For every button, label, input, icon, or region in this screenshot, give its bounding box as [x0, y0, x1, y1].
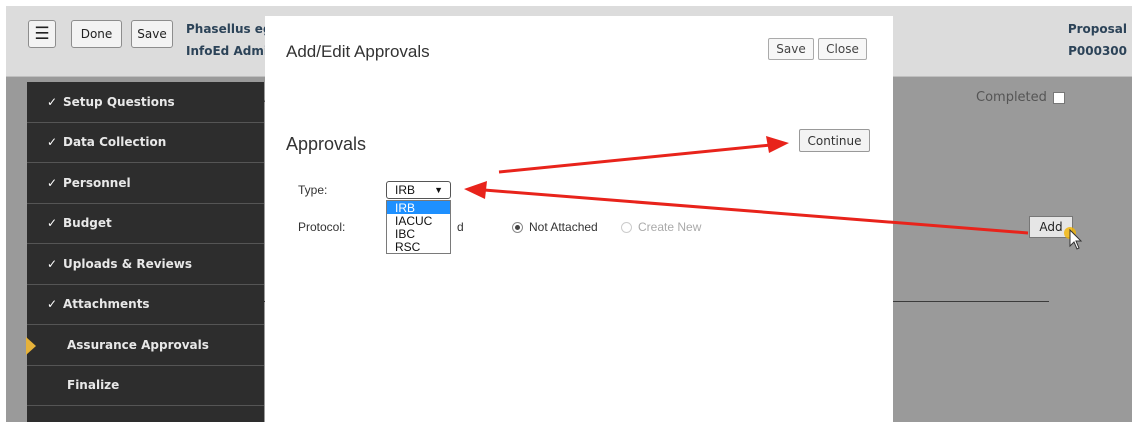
check-icon: ✓ — [47, 94, 58, 109]
type-option-ibc[interactable]: IBC — [387, 227, 450, 241]
modal-close-button[interactable]: Close — [818, 38, 867, 60]
sidebar-item-personnel[interactable]: ✓ Personnel — [27, 163, 264, 204]
add-button[interactable]: Add — [1029, 216, 1073, 238]
sidebar-item-label: Data Collection — [63, 135, 167, 150]
radio-create-new-label: Create New — [638, 220, 702, 234]
proposal-id-block: Proposal P000300 — [1068, 18, 1127, 62]
check-icon: ✓ — [47, 216, 58, 231]
proposal-title: Phasellus eg InfoEd Admi — [186, 18, 272, 62]
title-line-2: InfoEd Admi — [186, 44, 268, 58]
sidebar-item-budget[interactable]: ✓ Budget — [27, 204, 264, 244]
type-dropdown-list: IRB IACUC IBC RSC — [386, 200, 451, 254]
type-option-rsc[interactable]: RSC — [387, 240, 450, 254]
check-icon: ✓ — [47, 256, 58, 271]
sidebar-item-uploads-reviews[interactable]: ✓ Uploads & Reviews — [27, 244, 264, 285]
sidebar-item-data-collection[interactable]: ✓ Data Collection — [27, 123, 264, 163]
chevron-down-icon: ▼ — [434, 185, 443, 195]
sidebar-item-label: Uploads & Reviews — [63, 256, 193, 271]
radio-create-new[interactable]: Create New — [621, 220, 701, 234]
proposal-label: Proposal — [1067, 22, 1127, 36]
sidebar-item-finalize[interactable]: Finalize — [27, 366, 264, 406]
approvals-heading: Approvals — [286, 134, 367, 154]
radio-partial-label: d — [457, 220, 464, 234]
active-marker-icon — [26, 337, 36, 355]
radio-selected-icon — [512, 221, 523, 233]
check-icon: ✓ — [47, 297, 58, 312]
completed-checkbox[interactable] — [1052, 91, 1065, 104]
sidebar-item-label: Budget — [63, 216, 112, 231]
continue-button[interactable]: Continue — [799, 129, 870, 152]
sidebar-item-label: Finalize — [67, 378, 120, 393]
hamburger-menu-button[interactable]: ☰ — [28, 20, 56, 48]
sidebar-item-attachments[interactable]: ✓ Attachments — [27, 285, 264, 325]
sidebar-item-label: Setup Questions — [63, 94, 175, 109]
type-option-iacuc[interactable]: IACUC — [387, 214, 450, 228]
app-frame: ☰ Done Save Phasellus eg InfoEd Admi Pro… — [6, 6, 1132, 422]
check-icon: ✓ — [47, 175, 58, 190]
add-edit-approvals-modal: Add/Edit Approvals Save Close Approvals … — [265, 16, 893, 422]
radio-not-attached-label: Not Attached — [529, 220, 598, 234]
sidebar-item-label: Personnel — [63, 175, 131, 190]
completed-toggle[interactable]: Completed — [976, 90, 1065, 105]
type-select-value: IRB — [395, 183, 416, 197]
proposal-number: P000300 — [1068, 44, 1127, 58]
modal-save-button[interactable]: Save — [768, 38, 814, 60]
type-option-irb[interactable]: IRB — [387, 201, 450, 215]
radio-empty-icon — [621, 221, 632, 233]
type-select[interactable]: IRB ▼ — [386, 181, 451, 199]
save-button[interactable]: Save — [131, 20, 173, 48]
hamburger-icon: ☰ — [34, 24, 50, 44]
sidebar-item-setup-questions[interactable]: ✓ Setup Questions — [27, 82, 264, 123]
sidebar-item-label: Attachments — [63, 297, 150, 312]
modal-title: Add/Edit Approvals — [286, 42, 430, 61]
sidebar-nav: ✓ Setup Questions ✓ Data Collection ✓ Pe… — [26, 82, 264, 422]
sidebar-item-label: Assurance Approvals — [67, 337, 209, 352]
radio-not-attached[interactable]: Not Attached — [512, 220, 598, 234]
done-button[interactable]: Done — [71, 20, 122, 48]
type-label: Type: — [298, 183, 328, 197]
check-icon: ✓ — [47, 135, 58, 150]
protocol-label: Protocol: — [298, 220, 346, 234]
completed-label: Completed — [976, 90, 1047, 105]
title-line-1: Phasellus eg — [186, 22, 272, 36]
sidebar-item-assurance-approvals[interactable]: Assurance Approvals — [26, 325, 264, 366]
